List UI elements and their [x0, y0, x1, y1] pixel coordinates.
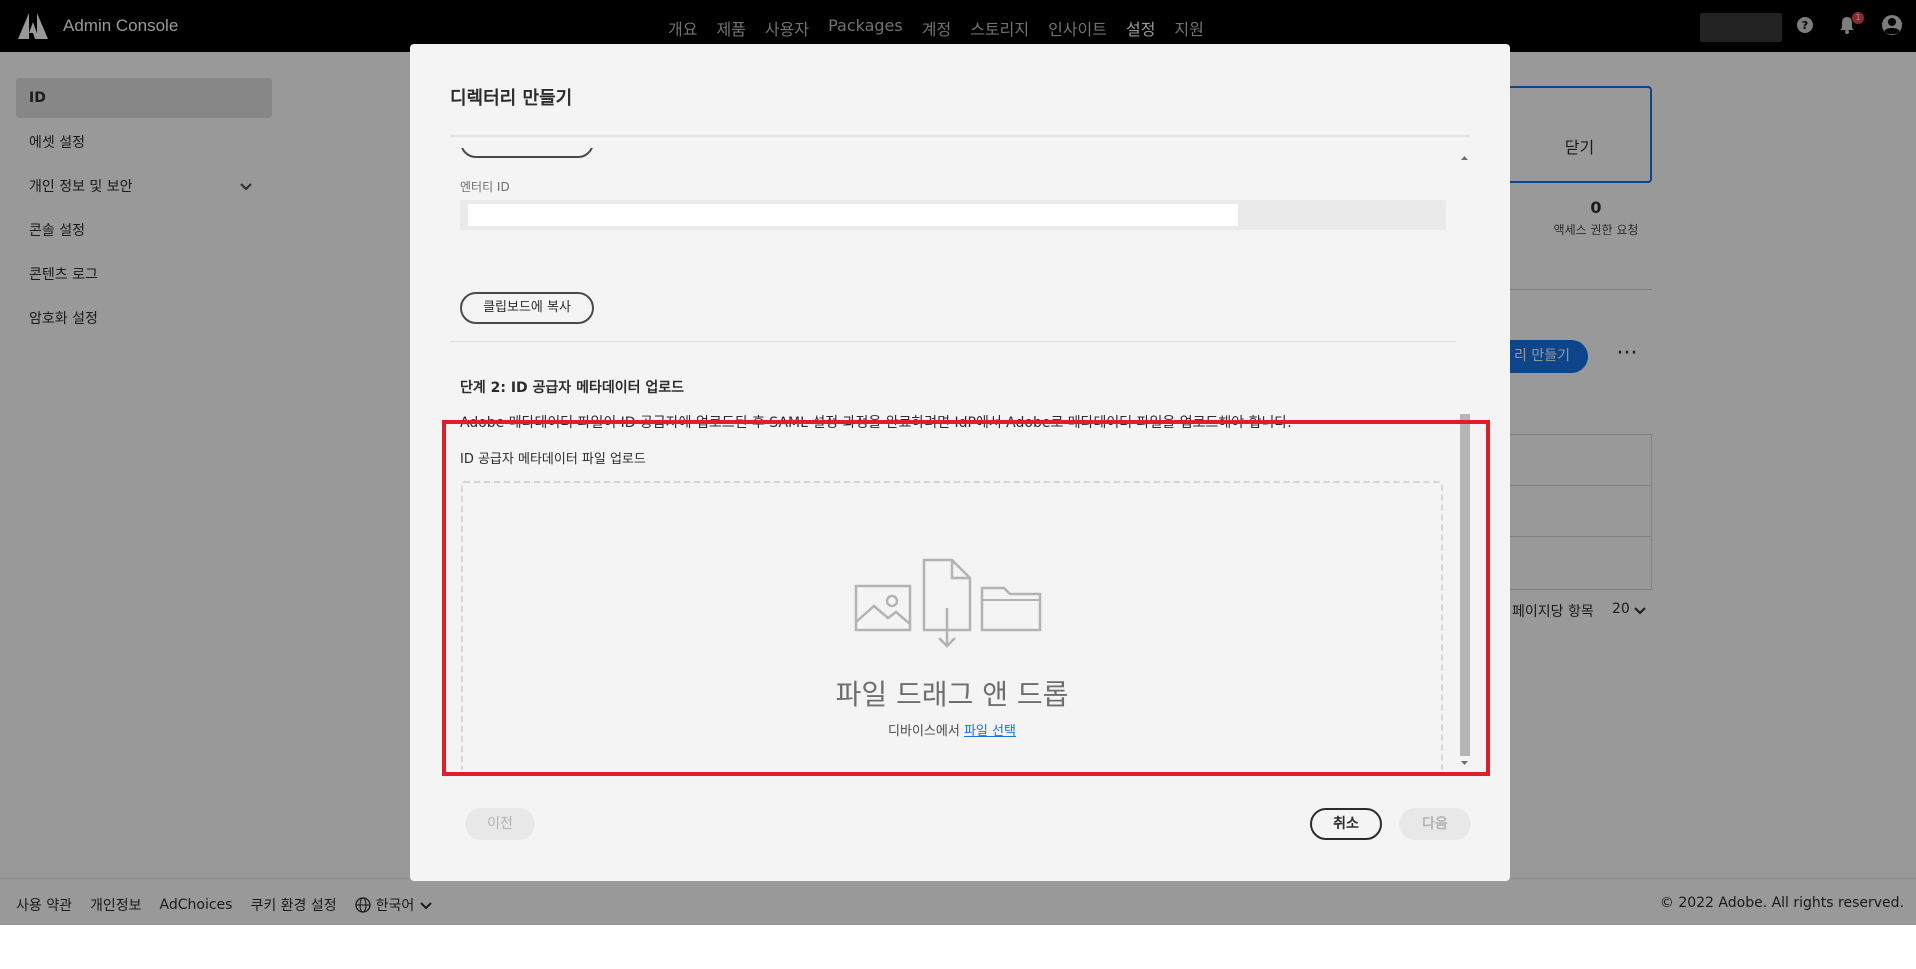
dialog-divider	[450, 135, 1470, 137]
download-metadata-button[interactable]	[460, 148, 594, 158]
step-title: 단계 2: ID 공급자 메타데이터 업로드	[460, 380, 684, 396]
next-button[interactable]: 다음	[1399, 808, 1471, 840]
highlight-annotation	[442, 420, 1490, 776]
section-divider	[450, 341, 1456, 342]
entity-id-value-redacted	[468, 204, 1238, 226]
cancel-button[interactable]: 취소	[1310, 808, 1382, 840]
scroll-up-arrow-icon[interactable]	[1459, 153, 1470, 163]
entity-id-label: 엔터티 ID	[460, 180, 510, 194]
copy-to-clipboard-button[interactable]: 클립보드에 복사	[460, 292, 594, 324]
previous-button[interactable]: 이전	[465, 808, 535, 840]
entity-id-field[interactable]	[460, 200, 1446, 230]
dialog-title: 디렉터리 만들기	[450, 88, 573, 109]
